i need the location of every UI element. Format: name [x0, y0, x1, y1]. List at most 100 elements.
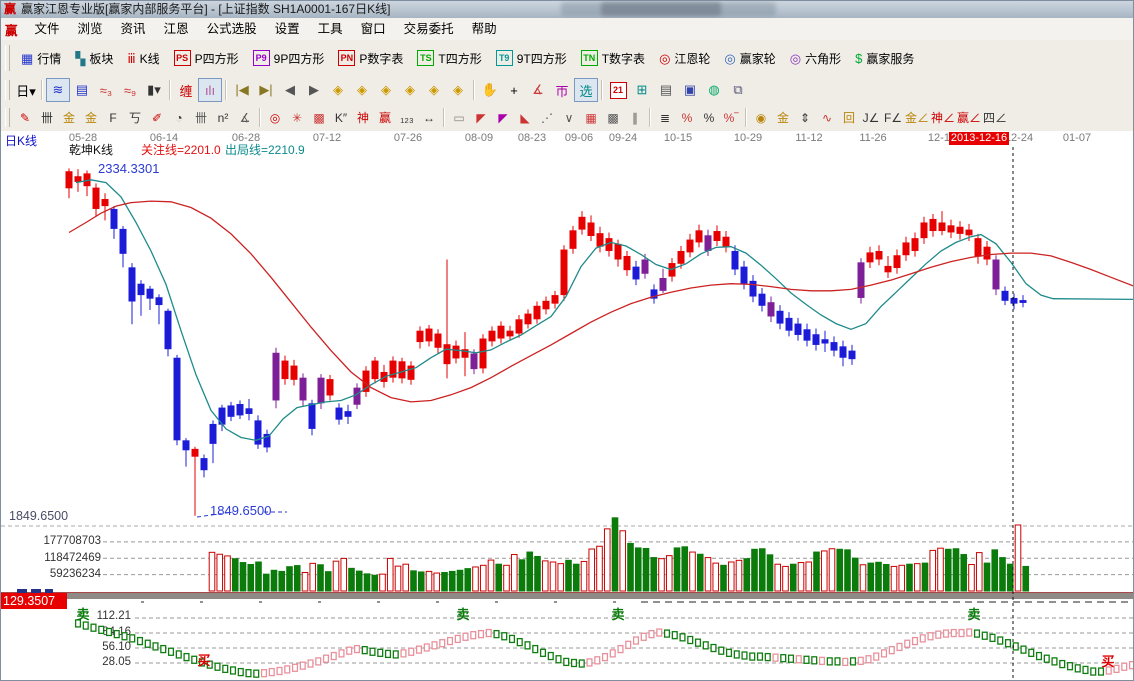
draw-parallel-lines-icon[interactable]: ∥ [624, 107, 646, 129]
draw-percent-fan-icon[interactable]: % [676, 107, 698, 129]
draw-ruler-123-icon[interactable]: ₁₂₃ [396, 107, 418, 129]
feature-market-quotes[interactable]: ▦行情 [14, 47, 68, 70]
draw-n-square-icon[interactable]: n² [212, 107, 234, 129]
tool-kline-style-dropdown-icon[interactable]: ▮▾ [142, 78, 166, 102]
draw-gold-line-icon[interactable]: 金 [772, 107, 794, 129]
feature-sectors[interactable]: ▚板块 [68, 47, 120, 70]
feature-t-number-table[interactable]: TNT数字表 [574, 47, 652, 70]
tool-wave-3-icon[interactable]: ≈₃ [94, 78, 118, 102]
draw-si-angle-icon[interactable]: 四∠ [982, 107, 1008, 129]
tool-expand-left-icon[interactable]: ◈ [326, 78, 350, 102]
menu-item-1[interactable]: 文件 [26, 22, 69, 36]
draw-ink-pen-icon[interactable]: ✐ [146, 107, 168, 129]
draw-gold-circle-icon[interactable]: ◉ [750, 107, 772, 129]
feature-gann-wheel[interactable]: ◎江恩轮 [652, 47, 717, 70]
draw-f-comb-icon[interactable]: F [102, 107, 124, 129]
tool-expand-both-icon[interactable]: ◈ [374, 78, 398, 102]
tool-multi-view-icon[interactable]: ≋ [46, 78, 70, 102]
tool-angle-measure-icon[interactable]: ∡ [526, 78, 550, 102]
tool-chip-histogram-icon[interactable]: ılı [198, 78, 222, 102]
menu-item-8[interactable]: 窗口 [352, 22, 395, 36]
draw-gold-comb-a-icon[interactable]: 金 [58, 107, 80, 129]
menu-item-3[interactable]: 资讯 [112, 22, 155, 36]
draw-percent-icon[interactable]: % [698, 107, 720, 129]
tool-pan-hand-icon[interactable]: ✋ [478, 78, 502, 102]
feature-winner-wheel[interactable]: ◎赢家轮 [717, 47, 782, 70]
draw-angle-pen-icon[interactable]: ∡ [234, 107, 256, 129]
tool-notes-report-icon[interactable]: ▤ [654, 78, 678, 102]
draw-ying-comb-icon[interactable]: 赢 [374, 107, 396, 129]
menu-item-10[interactable]: 帮助 [463, 22, 506, 36]
draw-comb-ruler-icon[interactable]: 卌 [36, 107, 58, 129]
draw-spider-web-icon[interactable]: ▩ [308, 107, 330, 129]
feature-9p-square[interactable]: P99P四方形 [246, 47, 332, 70]
tool-crosshair-icon[interactable]: + [502, 78, 526, 102]
tool-tool-select-icon[interactable]: 选 [574, 78, 598, 102]
draw-select-region-icon[interactable]: ▭ [448, 107, 470, 129]
tool-tool-purple-icon[interactable]: 帀 [550, 78, 574, 102]
menu-item-2[interactable]: 浏览 [69, 22, 112, 36]
menu-item-6[interactable]: 设置 [266, 22, 309, 36]
draw-star-web-icon[interactable]: ✳ [286, 107, 308, 129]
feature-p-number-table[interactable]: PNP数字表 [331, 47, 410, 70]
tool-next-bar-icon[interactable]: ▶ [302, 78, 326, 102]
draw-grid-red-icon[interactable]: ▦ [580, 107, 602, 129]
tool-save-chart-icon[interactable]: ▣ [678, 78, 702, 102]
draw-ying-angle-icon[interactable]: 赢∠ [956, 107, 982, 129]
draw-gann-target-icon[interactable]: ◎ [264, 107, 286, 129]
feature-9t-square[interactable]: T99T四方形 [489, 47, 574, 70]
tool-zoom-out-bars-icon[interactable]: ◈ [446, 78, 470, 102]
draw-shen-angle-icon[interactable]: 神∠ [930, 107, 956, 129]
tool-expand-right-icon[interactable]: ◈ [350, 78, 374, 102]
tool-calculator-icon[interactable]: ⊞ [630, 78, 654, 102]
draw-speed-fan-box-icon[interactable]: ◤ [492, 107, 514, 129]
t-square-label: T四方形 [438, 50, 481, 67]
draw-percent-line-icon[interactable]: %‾ [720, 107, 742, 129]
feature-t-square[interactable]: TST四方形 [410, 47, 488, 70]
feature-p-square[interactable]: PSP四方形 [167, 47, 246, 70]
feature-hexagon[interactable]: ◎六角形 [783, 47, 848, 70]
draw-time-cycle-icon[interactable]: ◔ [168, 107, 190, 129]
draw-comb-plain-icon[interactable]: 卌 [190, 107, 212, 129]
tool-info-report-icon[interactable]: ▤ [70, 78, 94, 102]
draw-wave-tool-icon[interactable]: ∿ [816, 107, 838, 129]
draw-width-arrows-icon[interactable]: ↔ [418, 107, 440, 129]
tool-chart-globe-icon[interactable]: ◍ [702, 78, 726, 102]
draw-j-angle-icon[interactable]: J∠ [860, 107, 882, 129]
draw-shen-comb-icon[interactable]: 神 [352, 107, 374, 129]
price-chart-canvas[interactable]: 卖买卖卖卖买 [1, 146, 1134, 681]
menu-item-5[interactable]: 公式选股 [198, 22, 266, 36]
tool-period-daily-dropdown-icon[interactable]: 日▾ [14, 78, 38, 102]
draw-gold-comb-b-icon[interactable]: 金 [80, 107, 102, 129]
menu-item-9[interactable]: 交易委托 [395, 22, 463, 36]
menu-item-7[interactable]: 工具 [309, 22, 352, 36]
feature-winner-service[interactable]: $赢家服务 [848, 47, 921, 70]
tool-prev-bar-icon[interactable]: ◀ [278, 78, 302, 102]
draw-v-lines-icon[interactable]: ∨ [558, 107, 580, 129]
tool-workstation-icon[interactable]: ⧉ [726, 78, 750, 102]
market-quotes-icon: ▦ [21, 51, 33, 66]
draw-k-note-icon[interactable]: K″ [330, 107, 352, 129]
tool-chan-tool-icon[interactable]: 缠 [174, 78, 198, 102]
p-number-table-label: P数字表 [359, 50, 403, 67]
draw-grid-box-icon[interactable]: ▩ [602, 107, 624, 129]
tool-zoom-in-bars-icon[interactable]: ◈ [422, 78, 446, 102]
draw-speed-fan-dense-icon[interactable]: ◣ [514, 107, 536, 129]
tool-wave-9-icon[interactable]: ≈₉ [118, 78, 142, 102]
draw-speed-fan-icon[interactable]: ◤ [470, 107, 492, 129]
tool-compress-view-icon[interactable]: ◈ [398, 78, 422, 102]
tool-last-bar-icon[interactable]: ▶| [254, 78, 278, 102]
draw-five-comb-icon[interactable]: 丂 [124, 107, 146, 129]
draw-scale-tool-icon[interactable]: ⇕ [794, 107, 816, 129]
chart-area[interactable]: 日K线 05-2806-1406-2807-1207-2608-0908-230… [1, 131, 1134, 681]
draw-brush-tool-icon[interactable]: ✎ [14, 107, 36, 129]
draw-f-angle-icon[interactable]: F∠ [882, 107, 904, 129]
draw-gold-box-icon[interactable]: 回 [838, 107, 860, 129]
draw-trend-angles-icon[interactable]: ⋰ [536, 107, 558, 129]
menu-item-4[interactable]: 江恩 [155, 22, 198, 36]
draw-distribution-icon[interactable]: ≣ [654, 107, 676, 129]
draw-gold-angle-icon[interactable]: 金∠ [904, 107, 930, 129]
tool-first-bar-icon[interactable]: |◀ [230, 78, 254, 102]
feature-kline[interactable]: ⅲK线 [120, 47, 166, 70]
tool-calendar-21-icon[interactable]: 21 [606, 78, 630, 102]
